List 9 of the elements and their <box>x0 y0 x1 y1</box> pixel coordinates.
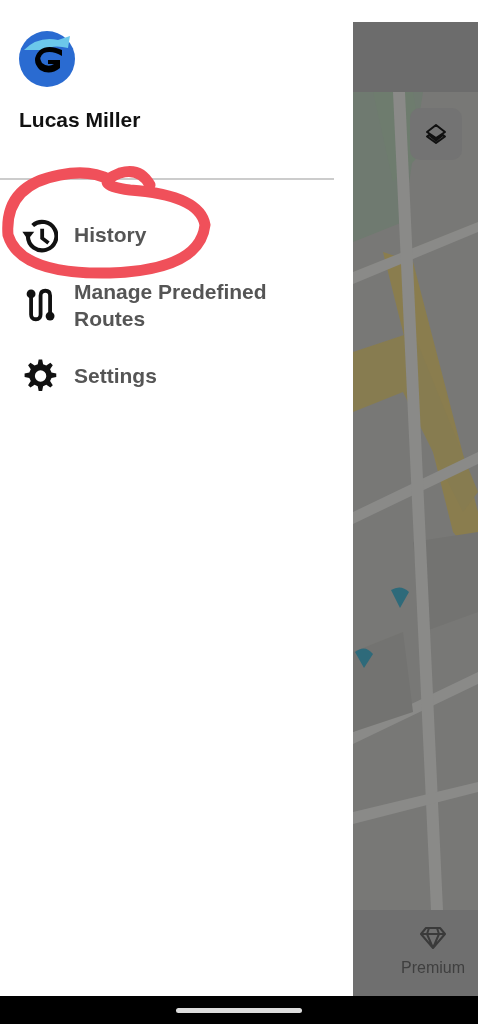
menu-item[interactable]: History <box>0 206 353 263</box>
layers-icon <box>424 122 448 146</box>
user-name: Lucas Miller <box>19 107 142 133</box>
diamond-icon <box>420 926 446 950</box>
menu-item[interactable]: Manage Predefined Routes <box>0 262 353 347</box>
layers-button[interactable] <box>410 108 462 160</box>
menu-item[interactable]: Settings <box>0 346 353 405</box>
home-indicator[interactable] <box>176 1007 302 1013</box>
app-logo <box>18 30 76 88</box>
